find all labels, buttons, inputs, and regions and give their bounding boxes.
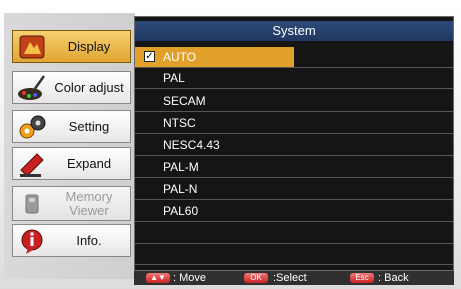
sidebar-item-info[interactable]: Info. [12,224,131,257]
option-secam[interactable]: SECAM [135,91,453,112]
sidebar-item-label: Memory Viewer [65,188,113,218]
esc-key-icon: Esc [350,273,374,283]
display-icon [16,32,48,62]
footer-hints: ▲▼ : Move OK :Select Esc : Back [134,271,454,285]
empty-row [135,223,453,244]
option-ntsc[interactable]: NTSC [135,113,453,134]
option-label: SECAM [163,94,206,108]
option-nesc443[interactable]: NESC4.43 [135,135,453,156]
sidebar-item-memory-viewer[interactable]: Memory Viewer [12,186,131,221]
check-icon: ✓ [144,51,155,62]
system-panel: System ✓ AUTO PAL SECAM NTSC NESC4.43 PA… [134,16,454,271]
option-pal60[interactable]: PAL60 [135,201,453,222]
sidebar-item-label: Expand [66,155,112,171]
move-key-icon: ▲▼ [146,273,170,283]
ok-key-icon: OK [244,273,268,283]
move-label: : Move [173,272,207,284]
option-label: PAL60 [163,204,199,218]
option-label: NTSC [163,116,196,130]
color-adjust-icon [16,73,48,103]
option-label: NESC4.43 [163,138,220,152]
sidebar-item-display[interactable]: Display [12,30,131,63]
option-label: PAL-N [163,182,198,196]
option-pal-m[interactable]: PAL-M [135,157,453,178]
setting-icon [16,112,48,142]
option-pal[interactable]: PAL [135,68,453,89]
option-pal-n[interactable]: PAL-N [135,179,453,200]
sidebar-item-setting[interactable]: Setting [12,110,131,143]
projector-menu-window: Display Color adjust Setting Expand Memo… [0,0,461,289]
option-label: PAL [163,71,185,85]
sidebar-item-label: Color adjust [54,79,124,95]
option-label: AUTO [163,50,197,64]
info-icon [16,226,48,256]
empty-row [135,244,453,265]
sidebar-item-label: Info. [76,232,102,248]
back-label: : Back [378,272,409,284]
sidebar-item-label: Setting [68,118,110,134]
select-label: :Select [273,272,307,284]
memory-viewer-icon [16,189,48,219]
expand-icon [16,149,48,179]
sidebar-item-expand[interactable]: Expand [12,147,131,180]
sidebar-item-label: Display [67,38,111,54]
selection-highlight [135,47,294,67]
sidebar-item-color-adjust[interactable]: Color adjust [12,71,131,104]
option-auto[interactable]: ✓ AUTO [135,47,453,68]
panel-title: System [135,21,453,41]
option-label: PAL-M [163,160,199,174]
